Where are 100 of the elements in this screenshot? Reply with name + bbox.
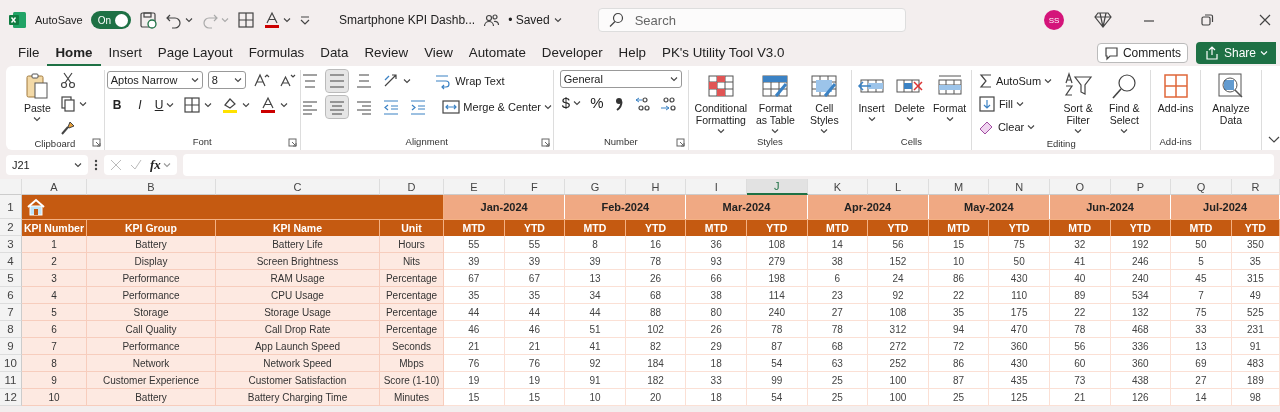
cells-button[interactable]: Insert	[854, 70, 889, 124]
table-cell: 87	[746, 338, 808, 355]
analyze-data-button[interactable]: Analyze Data	[1207, 70, 1254, 128]
dialog-launcher-icon[interactable]	[540, 138, 550, 147]
column-letter[interactable]: O	[1049, 179, 1111, 195]
merge-center-button[interactable]: Merge & Center	[440, 96, 554, 118]
sort-filter-button[interactable]: Sort & Filter	[1058, 70, 1099, 136]
user-avatar[interactable]: SS	[1044, 10, 1064, 30]
font-name-field[interactable]: Aptos Narrow	[106, 71, 203, 89]
menu-tab[interactable]: Data	[312, 40, 357, 66]
cells-button[interactable]: Format	[930, 70, 969, 124]
row-number[interactable]: 6	[0, 287, 22, 304]
save-status[interactable]: • Saved	[508, 13, 562, 27]
percent-button[interactable]: %	[588, 92, 606, 113]
menu-tab[interactable]: Insert	[100, 40, 150, 66]
column-letter[interactable]: K	[807, 179, 869, 195]
caret-icon	[1120, 128, 1129, 134]
menu-tab[interactable]: Automate	[460, 40, 534, 66]
column-letter[interactable]: N	[989, 179, 1050, 195]
column-letter[interactable]: H	[625, 179, 687, 195]
checkmark-icon[interactable]	[130, 159, 142, 171]
bold-button[interactable]: B	[106, 96, 128, 114]
align-top-icon	[301, 72, 320, 90]
collapse-ribbon-icon[interactable]	[1268, 136, 1280, 144]
column-letter[interactable]: F	[504, 179, 566, 195]
currency-button[interactable]: $	[559, 92, 584, 113]
row-number[interactable]: 4	[0, 253, 22, 270]
row-number[interactable]: 1	[0, 195, 22, 219]
wrap-text-button[interactable]: Wrap Text	[432, 70, 507, 92]
column-letter[interactable]: I	[686, 179, 747, 195]
table-cell: 24	[868, 270, 929, 287]
save-icon[interactable]	[139, 11, 158, 29]
add-ins-button[interactable]: Add-ins	[1155, 70, 1196, 116]
cells-button[interactable]: Delete	[892, 70, 927, 124]
diamond-icon[interactable]	[1094, 11, 1112, 29]
column-letter[interactable]: Q	[1171, 179, 1232, 195]
column-letter[interactable]: M	[928, 179, 990, 195]
dialog-launcher-icon[interactable]	[91, 138, 101, 147]
find-select-button[interactable]: Find & Select	[1102, 70, 1147, 136]
fill-button[interactable]: Fill	[975, 93, 1055, 115]
group-label: Add-ins	[1159, 136, 1192, 149]
column-letter[interactable]: P	[1110, 179, 1172, 195]
column-letter[interactable]: D	[380, 179, 444, 195]
share-button[interactable]: Share	[1195, 42, 1276, 64]
italic-button[interactable]: I	[132, 96, 148, 114]
column-letter[interactable]: E	[444, 179, 505, 195]
month-header: Mar-2024	[686, 195, 808, 219]
column-letter[interactable]: R	[1231, 179, 1280, 195]
column-header: MTD	[1049, 219, 1111, 236]
table-cell: 534	[1110, 287, 1172, 304]
autosave-toggle[interactable]: On	[90, 11, 132, 29]
customize-icon[interactable]	[299, 14, 312, 26]
more-options-icon[interactable]	[94, 159, 98, 171]
dialog-launcher-icon[interactable]	[675, 138, 685, 147]
row-number[interactable]: 11	[0, 372, 22, 389]
row-number[interactable]: 3	[0, 236, 22, 253]
menu-tab[interactable]: Help	[610, 40, 655, 66]
menu-tab[interactable]: File	[10, 40, 48, 66]
column-letter[interactable]: C	[216, 179, 380, 195]
column-letter[interactable]: J	[746, 179, 808, 195]
menu-tab[interactable]: PK's Utility Tool V3.0	[654, 40, 793, 66]
paste-button[interactable]: Paste	[20, 70, 55, 124]
number-format-field[interactable]: General	[559, 70, 682, 88]
table-cell: 46	[504, 321, 566, 338]
column-letter[interactable]: G	[565, 179, 626, 195]
row-number[interactable]: 12	[0, 389, 22, 406]
column-letter[interactable]: A	[22, 179, 87, 195]
menu-tab[interactable]: Formulas	[240, 40, 313, 66]
row-number[interactable]: 7	[0, 304, 22, 321]
styles-button[interactable]: Conditional Formatting	[692, 70, 749, 136]
column-letter[interactable]: L	[868, 179, 929, 195]
row-number[interactable]: 2	[0, 219, 22, 236]
menu-tab[interactable]: Developer	[533, 40, 611, 66]
font-size-field[interactable]: 8	[207, 71, 246, 89]
menu-tab[interactable]: Page Layout	[149, 40, 241, 66]
name-box[interactable]: J21	[6, 155, 88, 175]
dialog-launcher-icon[interactable]	[287, 138, 297, 147]
font-color-button[interactable]	[263, 11, 292, 29]
column-letter[interactable]: B	[87, 179, 216, 195]
comments-button[interactable]: Comments	[1096, 43, 1188, 63]
close-icon[interactable]	[1258, 13, 1272, 27]
column-header: KPI Number	[22, 219, 87, 236]
underline-button[interactable]: U	[152, 96, 177, 114]
styles-button[interactable]: Cell Styles	[801, 70, 847, 136]
restore-icon[interactable]	[1200, 13, 1214, 27]
search-field[interactable]: Search	[597, 8, 906, 32]
menu-tab[interactable]: View	[416, 40, 461, 66]
row-number[interactable]: 10	[0, 355, 22, 372]
column-header: KPI Group	[87, 219, 216, 236]
borders-icon[interactable]	[237, 11, 256, 29]
clear-button[interactable]: Clear	[975, 116, 1055, 138]
row-number[interactable]: 9	[0, 338, 22, 355]
autosum-button[interactable]: AutoSum	[975, 70, 1055, 92]
row-number[interactable]: 8	[0, 321, 22, 338]
menu-tab[interactable]: Review	[356, 40, 417, 66]
styles-button[interactable]: Format as Table	[752, 70, 798, 136]
row-number[interactable]: 5	[0, 270, 22, 287]
table-cell: 63	[807, 355, 869, 372]
people-icon[interactable]	[483, 12, 501, 28]
house-icon[interactable]	[26, 198, 46, 216]
